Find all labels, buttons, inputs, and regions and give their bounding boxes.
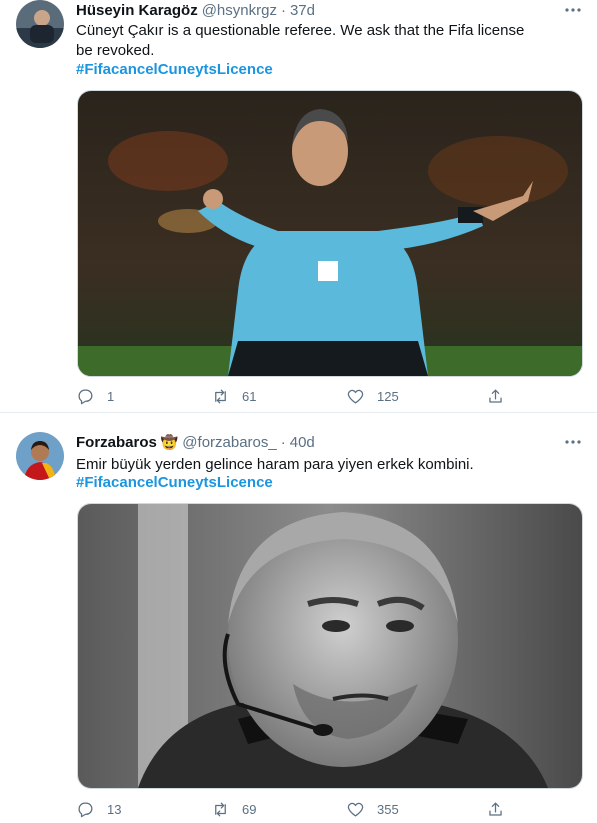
like-button[interactable]: 125 bbox=[346, 386, 486, 406]
tweet-text: Cüneyt Çakır is a questionable referee. … bbox=[76, 22, 525, 59]
author-name[interactable]: Forzabaros bbox=[76, 434, 157, 451]
tweet-header: Forzabaros 🤠 @forzabaros_ · 40d bbox=[76, 432, 581, 452]
reply-icon bbox=[78, 389, 93, 404]
tweet[interactable]: Forzabaros 🤠 @forzabaros_ · 40d Emir büy… bbox=[0, 413, 597, 823]
author-handle[interactable]: @forzabaros_ bbox=[182, 434, 276, 451]
retweet-count: 61 bbox=[242, 388, 257, 404]
share-button[interactable] bbox=[486, 799, 505, 819]
more-icon[interactable] bbox=[563, 0, 583, 20]
like-count: 355 bbox=[377, 801, 399, 817]
retweet-icon bbox=[215, 802, 226, 816]
like-icon bbox=[347, 389, 364, 403]
author-handle[interactable]: @hsynkrgz bbox=[202, 2, 277, 19]
reply-count: 13 bbox=[107, 801, 122, 817]
share-button[interactable] bbox=[486, 386, 505, 406]
tweet-header: Hüseyin Karagöz @hsynkrgz · 37d bbox=[76, 0, 581, 20]
tweet-media[interactable] bbox=[77, 90, 583, 377]
reply-icon bbox=[78, 802, 93, 817]
reply-button[interactable]: 1 bbox=[76, 386, 211, 406]
tweet-actions: 13 69 355 bbox=[76, 799, 533, 819]
avatar[interactable] bbox=[16, 432, 64, 480]
retweet-button[interactable]: 61 bbox=[211, 386, 346, 406]
hashtag-link[interactable]: #FifacancelCuneytsLicence bbox=[76, 60, 273, 80]
share-icon bbox=[489, 802, 502, 816]
reply-count: 1 bbox=[107, 388, 115, 404]
hashtag-link[interactable]: #FifacancelCuneytsLicence bbox=[76, 473, 273, 493]
timestamp[interactable]: 40d bbox=[290, 434, 315, 451]
referee-portrait-photo bbox=[78, 504, 582, 788]
reply-button[interactable]: 13 bbox=[76, 799, 211, 819]
avatar[interactable] bbox=[16, 0, 64, 48]
separator: · bbox=[280, 1, 286, 19]
timestamp[interactable]: 37d bbox=[290, 2, 315, 19]
author-name[interactable]: Hüseyin Karagöz bbox=[76, 2, 198, 19]
share-icon bbox=[489, 389, 502, 403]
tweet-actions: 1 61 125 bbox=[76, 386, 533, 406]
like-icon bbox=[347, 802, 364, 816]
retweet-icon bbox=[215, 389, 226, 403]
like-button[interactable]: 355 bbox=[346, 799, 486, 819]
more-icon[interactable] bbox=[563, 432, 583, 452]
retweet-count: 69 bbox=[242, 801, 257, 817]
separator: · bbox=[280, 433, 286, 451]
retweet-button[interactable]: 69 bbox=[211, 799, 346, 819]
like-count: 125 bbox=[377, 388, 399, 404]
tweet-media[interactable] bbox=[77, 503, 583, 789]
tweet-text: Emir büyük yerden gelince haram para yiy… bbox=[76, 456, 474, 473]
referee-photo bbox=[78, 91, 582, 376]
tweet[interactable]: Hüseyin Karagöz @hsynkrgz · 37d Cüneyt Ç… bbox=[0, 0, 597, 413]
cowboy-emoji-icon: 🤠 bbox=[160, 433, 179, 450]
